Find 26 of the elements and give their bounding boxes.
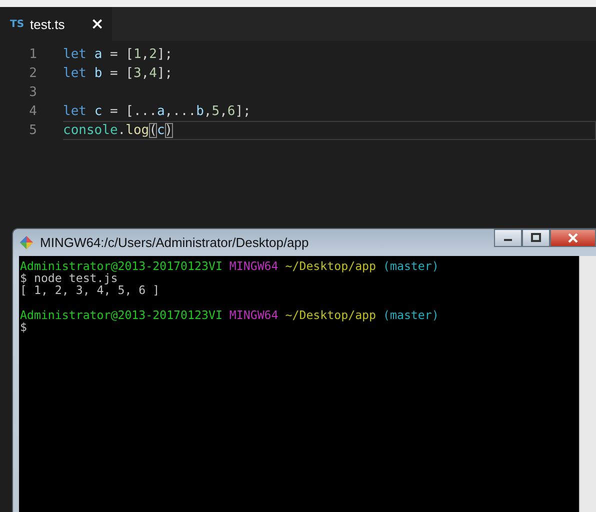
code-line: let b = [3,4];: [63, 66, 173, 81]
window-title: MINGW64:/c/Users/Administrator/Desktop/app: [40, 235, 310, 250]
close-icon[interactable]: ×: [90, 16, 104, 32]
minimize-button[interactable]: [494, 229, 522, 247]
line-number: 1: [28, 47, 37, 62]
terminal-line: Administrator@2013-20170123VI MINGW64 ~/Desktop/app (master): [20, 308, 439, 322]
line-number: 3: [28, 85, 37, 100]
terminal-line: [ 1, 2, 3, 4, 5, 6 ]: [20, 283, 160, 298]
close-icon: [567, 233, 579, 243]
close-button[interactable]: [550, 229, 596, 247]
line-number: 2: [28, 66, 37, 81]
line-number: 5: [28, 123, 37, 138]
code-line: let a = [1,2];: [63, 47, 173, 62]
scrollbar[interactable]: [579, 256, 596, 512]
terminal-line: Administrator@2013-20170123VI MINGW64 ~/Desktop/app (master): [20, 259, 439, 273]
terminal-line: $ node test.js: [20, 271, 118, 286]
terminal-line: $: [20, 320, 27, 334]
typescript-file-icon: TS: [10, 18, 24, 30]
maximize-icon: [531, 233, 541, 243]
maximize-button[interactable]: [522, 229, 550, 247]
diamond-icon: [19, 235, 34, 250]
code-line: let c = [...a,...b,5,6];: [63, 104, 251, 119]
editor-tab[interactable]: TS test.ts ×: [0, 7, 112, 41]
code-line: console.log(c): [63, 123, 173, 138]
line-number: 4: [28, 104, 37, 119]
tab-label: test.ts: [30, 16, 66, 32]
